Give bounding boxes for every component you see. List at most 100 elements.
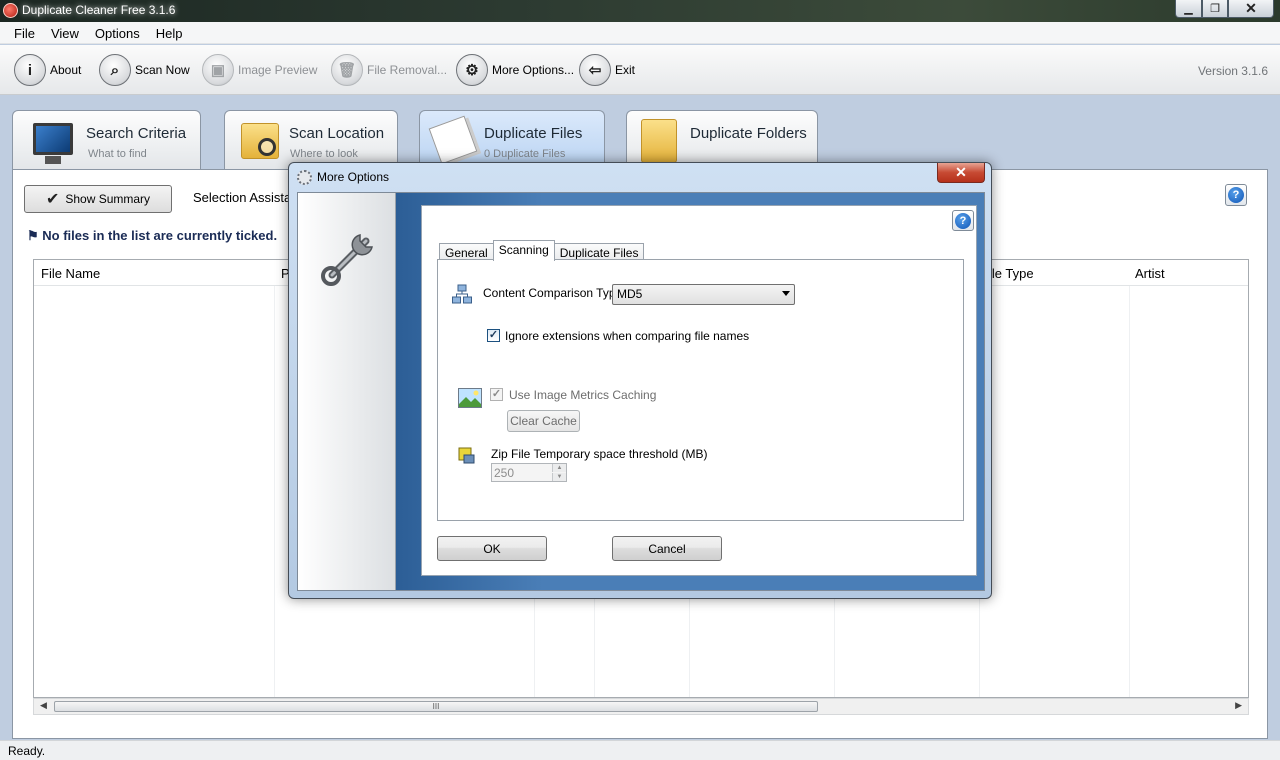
file-removal-button[interactable]: 🗑 File Removal... <box>331 54 447 86</box>
app-icon <box>3 3 18 18</box>
more-options-label: More Options... <box>492 63 575 77</box>
no-files-message: ⚑ No files in the list are currently tic… <box>27 228 277 244</box>
flag-icon: ⚑ <box>27 228 39 243</box>
tab-title: Scan Location <box>289 125 385 142</box>
tab-title: Search Criteria <box>86 125 187 142</box>
zip-threshold-input[interactable]: 250 ▲ ▼ <box>491 463 567 482</box>
content-comparison-select[interactable]: MD5 <box>612 284 795 305</box>
content-comparison-value: MD5 <box>617 287 643 301</box>
ok-button[interactable]: OK <box>437 536 547 561</box>
maximize-button[interactable]: ❐ <box>1202 0 1228 18</box>
column-file-name[interactable]: File Name <box>41 266 100 281</box>
chevron-down-icon <box>782 291 790 296</box>
tab-subtitle: Where to look <box>290 148 358 160</box>
title-bar: Duplicate Cleaner Free 3.1.6 ▁ ❐ ✕ <box>0 0 1280 22</box>
image-metrics-checkbox[interactable]: ✓ <box>490 388 503 401</box>
tab-subtitle: 0 Duplicate Files <box>484 148 566 160</box>
scroll-right-icon[interactable]: ▶ <box>1235 700 1242 711</box>
exit-button[interactable]: ⇦ Exit <box>579 54 635 86</box>
checkmark-icon: ✔ <box>45 191 60 208</box>
exit-icon: ⇦ <box>579 54 611 86</box>
dialog-help-button[interactable]: ? <box>952 210 974 231</box>
dialog-close-button[interactable]: ✕ <box>937 163 985 183</box>
cancel-button[interactable]: Cancel <box>612 536 722 561</box>
dialog-title: More Options <box>317 170 390 184</box>
exit-label: Exit <box>615 63 636 77</box>
column-divider <box>274 286 275 697</box>
menu-options[interactable]: Options <box>87 22 148 43</box>
scanning-tab-page: Content Comparison Type MD5 ✓ Ignore ext… <box>437 259 964 521</box>
ignore-extensions-checkbox[interactable]: ✓ <box>487 329 500 342</box>
info-icon: i <box>14 54 46 86</box>
image-preview-label: Image Preview <box>238 63 318 77</box>
folders-icon <box>641 119 677 163</box>
tab-subtitle: What to find <box>88 148 147 160</box>
tab-scanning[interactable]: Scanning <box>492 240 555 261</box>
scroll-thumb[interactable]: III <box>54 701 818 712</box>
minimize-button[interactable]: ▁ <box>1175 0 1202 18</box>
tab-title: Duplicate Folders <box>690 125 807 142</box>
selection-assistant-label: Selection Assista <box>193 190 292 205</box>
horizontal-scrollbar[interactable]: ◀ III ▶ <box>33 698 1249 715</box>
window-title: Duplicate Cleaner Free 3.1.6 <box>22 3 176 17</box>
folder-search-icon <box>241 123 279 159</box>
content-comparison-label: Content Comparison Type <box>483 286 623 300</box>
help-icon: ? <box>955 212 971 229</box>
more-options-dialog: More Options ✕ ? General Scanning Duplic… <box>288 162 992 599</box>
show-summary-label: Show Summary <box>65 192 151 206</box>
no-files-text: No files in the list are currently ticke… <box>42 228 278 243</box>
clear-cache-button[interactable]: Clear Cache <box>507 410 580 432</box>
options-panel: ? General Scanning Duplicate Files Conte… <box>421 205 977 576</box>
image-icon <box>458 388 482 408</box>
menu-file[interactable]: File <box>0 22 43 43</box>
menu-help[interactable]: Help <box>148 22 191 43</box>
scan-now-label: Scan Now <box>135 63 190 77</box>
scroll-left-icon[interactable]: ◀ <box>40 700 47 711</box>
about-button[interactable]: i About <box>14 54 81 86</box>
help-button[interactable]: ? <box>1225 184 1247 206</box>
more-options-button[interactable]: ⚙ More Options... <box>456 54 574 86</box>
gear-icon: ⚙ <box>456 54 488 86</box>
spin-down-icon[interactable]: ▼ <box>552 473 566 481</box>
magnifier-icon: ⌕ <box>99 54 131 86</box>
column-file-type[interactable]: ile Type <box>989 266 1034 281</box>
tab-scan-location[interactable]: Scan Location Where to look <box>224 110 398 170</box>
window-controls: ▁ ❐ ✕ <box>1175 0 1274 18</box>
tab-duplicate-files[interactable]: Duplicate Files 0 Duplicate Files <box>419 110 605 170</box>
wrench-icon <box>321 234 373 286</box>
menu-view[interactable]: View <box>43 22 87 43</box>
options-tabs: General Scanning Duplicate Files <box>439 240 645 261</box>
dialog-body: ? General Scanning Duplicate Files Conte… <box>297 192 985 591</box>
documents-icon <box>428 115 478 165</box>
menu-bar: File View Options Help <box>0 22 1280 44</box>
version-label: Version 3.1.6 <box>1197 64 1268 78</box>
ignore-extensions-label: Ignore extensions when comparing file na… <box>505 329 750 343</box>
scan-now-button[interactable]: ⌕ Scan Now <box>99 54 190 86</box>
zip-threshold-value: 250 <box>494 466 515 480</box>
spin-up-icon[interactable]: ▲ <box>552 464 566 472</box>
gear-icon <box>297 170 312 185</box>
tab-search-criteria[interactable]: Search Criteria What to find <box>12 110 201 170</box>
column-artist[interactable]: Artist <box>1135 266 1165 281</box>
tab-title: Duplicate Files <box>484 125 583 142</box>
file-removal-label: File Removal... <box>367 63 448 77</box>
zip-threshold-label: Zip File Temporary space threshold (MB) <box>491 447 708 461</box>
about-label: About <box>50 63 82 77</box>
close-button[interactable]: ✕ <box>1228 0 1274 18</box>
image-icon: ▣ <box>202 54 234 86</box>
monitor-icon <box>33 123 73 164</box>
show-summary-button[interactable]: ✔ Show Summary <box>24 185 172 213</box>
status-bar: Ready. <box>0 740 1280 760</box>
image-metrics-label: Use Image Metrics Caching <box>509 388 657 402</box>
dialog-sidebar <box>298 193 396 590</box>
network-icon <box>452 284 472 304</box>
trash-icon: 🗑 <box>331 54 363 86</box>
tab-duplicate-folders[interactable]: Duplicate Folders <box>626 110 818 170</box>
toolbar: i About ⌕ Scan Now ▣ Image Preview 🗑 Fil… <box>0 45 1280 95</box>
zip-icon <box>458 447 475 464</box>
lens-icon <box>258 138 276 156</box>
column-divider <box>1129 286 1130 697</box>
image-preview-button[interactable]: ▣ Image Preview <box>202 54 317 86</box>
dialog-content-area: ? General Scanning Duplicate Files Conte… <box>396 193 984 590</box>
help-icon: ? <box>1228 187 1244 203</box>
